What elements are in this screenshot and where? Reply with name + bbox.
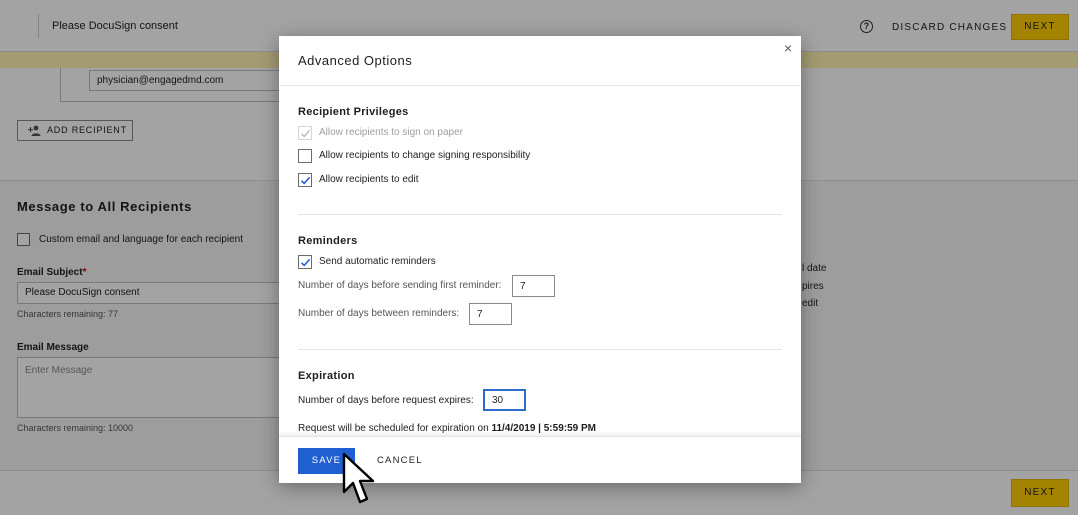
recipient-privileges-title: Recipient Privileges <box>298 106 409 118</box>
auto-reminders-label: Send automatic reminders <box>319 256 436 267</box>
mouse-pointer-icon <box>342 452 375 504</box>
modal-title: Advanced Options <box>298 53 413 68</box>
change-signing-responsibility-checkbox[interactable] <box>298 149 312 163</box>
checkmark-icon <box>300 129 311 138</box>
between-reminders-input[interactable] <box>469 303 512 325</box>
checkmark-icon <box>300 176 311 185</box>
cancel-button[interactable]: CANCEL <box>377 448 423 474</box>
between-reminders-label: Number of days between reminders: <box>298 308 460 319</box>
first-reminder-label: Number of days before sending first remi… <box>298 280 502 291</box>
checkmark-icon <box>300 258 311 267</box>
expiration-schedule-text: Request will be scheduled for expiration… <box>298 423 596 434</box>
expiration-schedule-prefix: Request will be scheduled for expiration… <box>298 423 492 434</box>
close-icon[interactable]: × <box>784 40 792 56</box>
expiration-title: Expiration <box>298 370 355 382</box>
modal-header: Advanced Options × <box>279 36 801 86</box>
expiration-date: 11/4/2019 | 5:59:59 PM <box>491 423 596 434</box>
change-signing-responsibility-label: Allow recipients to change signing respo… <box>319 150 531 161</box>
expiration-days-input[interactable] <box>483 389 526 411</box>
first-reminder-input[interactable] <box>512 275 555 297</box>
advanced-options-modal: Advanced Options × Recipient Privileges … <box>279 36 801 483</box>
section-divider <box>298 349 782 350</box>
reminders-title: Reminders <box>298 235 358 247</box>
sign-on-paper-checkbox[interactable] <box>298 126 312 140</box>
section-divider <box>298 214 782 215</box>
allow-edit-checkbox[interactable] <box>298 173 312 187</box>
sign-on-paper-label: Allow recipients to sign on paper <box>319 127 463 138</box>
expiration-days-label: Number of days before request expires: <box>298 395 474 406</box>
allow-edit-label: Allow recipients to edit <box>319 174 419 185</box>
auto-reminders-checkbox[interactable] <box>298 255 312 269</box>
